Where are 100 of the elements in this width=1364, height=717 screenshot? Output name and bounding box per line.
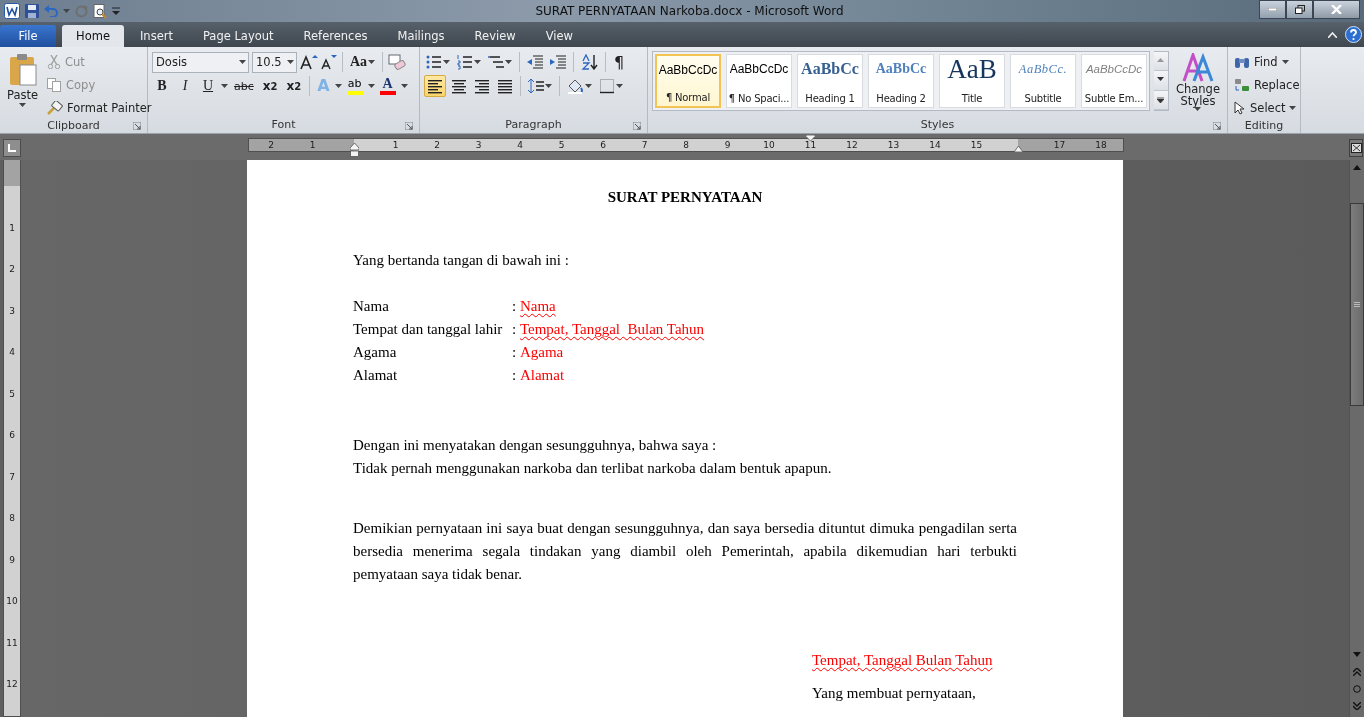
ruler-number: 2	[268, 139, 274, 151]
multilevel-list-icon	[488, 54, 504, 70]
ruler-number: 12	[846, 139, 858, 151]
scroll-up-icon	[1157, 58, 1165, 65]
caret-icon	[505, 60, 512, 64]
dialog-launcher-icon[interactable]	[633, 122, 641, 130]
caret-icon	[585, 84, 592, 88]
ruler-number: 18	[1095, 139, 1107, 151]
ruler-number: 10	[5, 596, 19, 606]
indent-marker-icon[interactable]	[349, 143, 359, 157]
ruler-number: 11	[5, 637, 19, 648]
field-separator: :	[512, 320, 518, 339]
replace-icon	[1234, 77, 1250, 92]
format-button[interactable]: U	[198, 75, 218, 97]
change-styles-button[interactable]: Change Styles	[1172, 51, 1223, 116]
dialog-launcher-icon[interactable]	[1213, 122, 1221, 130]
customize-toolbar-icon[interactable]	[112, 7, 120, 15]
caret-icon	[63, 9, 70, 13]
style-option[interactable]: AaBbCc Heading 1	[797, 54, 863, 108]
ribbon-tab[interactable]: Page Layout	[188, 25, 288, 47]
print-preview-icon[interactable]	[93, 3, 107, 19]
caret-icon	[474, 60, 481, 64]
ruler-number: 14	[929, 139, 941, 151]
style-option[interactable]: AaBbCcDc ¶ Normal	[655, 54, 721, 108]
ribbon-tab[interactable]: Home	[62, 25, 124, 47]
editing-action[interactable]: Select	[1232, 97, 1302, 118]
grow-font-icon[interactable]	[300, 54, 318, 70]
right-indent-icon[interactable]	[1013, 146, 1023, 152]
signer-text: Yang membuat pernyataan,	[812, 684, 977, 703]
restore-icon	[1294, 5, 1305, 14]
dialog-launcher-icon[interactable]	[405, 122, 413, 130]
style-option[interactable]: AaB Title	[939, 54, 1005, 108]
help-icon[interactable]	[1345, 26, 1362, 43]
ruler-number: 8	[683, 139, 689, 151]
format-button[interactable]: I	[175, 75, 195, 97]
tab-stop-icon	[8, 144, 16, 152]
caret-icon	[443, 60, 450, 64]
ribbon-tab[interactable]: Mailings	[383, 25, 459, 47]
change-case-button[interactable]: Aa	[348, 51, 378, 73]
group-label: Clipboard	[47, 119, 100, 132]
style-option[interactable]: AaBbCc Heading 2	[868, 54, 934, 108]
group-label: Font	[271, 118, 296, 131]
signature-place-date: Tempat, Tanggal Bulan Tahun	[812, 652, 993, 668]
close-button[interactable]	[1313, 0, 1360, 19]
field-value: Tempat, Tanggal Bulan Tahun	[519, 320, 705, 339]
style-option[interactable]: AaBbCcDc ¶ No Spaci...	[726, 54, 792, 108]
font-color-button[interactable]: A	[377, 75, 398, 97]
ruler-number: 8	[8, 513, 16, 523]
caret-icon	[1194, 107, 1202, 111]
ribbon-tab[interactable]: View	[531, 25, 587, 47]
caret-icon	[334, 84, 342, 88]
ribbon-tab[interactable]: Insert	[125, 25, 187, 47]
ruler-number: 3	[8, 305, 16, 316]
paste-button[interactable]: Paste	[4, 51, 42, 118]
ruler-number: 17	[1053, 139, 1066, 151]
more-styles-button[interactable]	[1154, 90, 1168, 110]
word-icon[interactable]	[4, 3, 20, 19]
highlight-button[interactable]: ab	[344, 75, 365, 97]
minimize-button[interactable]	[1259, 0, 1286, 19]
sort-icon	[581, 54, 598, 70]
up-arrow-icon	[1353, 165, 1361, 170]
format-button[interactable]: B	[152, 75, 172, 97]
field-value: Nama	[519, 297, 556, 316]
clear-formatting-icon[interactable]	[388, 53, 407, 71]
ribbon-tab[interactable]: Review	[460, 25, 530, 47]
scissors-icon	[47, 54, 62, 69]
editing-action[interactable]: Replace	[1232, 74, 1302, 95]
change-styles-icon	[1182, 53, 1214, 83]
ruler-toggle-icon	[1350, 143, 1362, 153]
bullets-icon	[426, 54, 442, 70]
clipboard-action[interactable]: Format Painter	[45, 97, 154, 118]
field-label: Tempat dan tanggal lahir	[353, 320, 504, 339]
show-formatting-button[interactable]: ¶	[611, 52, 628, 72]
font-name-field[interactable]: Dosis	[152, 51, 249, 73]
clipboard-icon	[7, 53, 38, 87]
dialog-launcher-icon[interactable]	[133, 122, 141, 130]
restore-button[interactable]	[1286, 0, 1313, 19]
borders-icon	[599, 78, 615, 94]
view-ruler-button[interactable]	[1349, 139, 1363, 157]
group-label: Editing	[1244, 119, 1284, 132]
align-left-button[interactable]	[424, 75, 446, 97]
field-separator: :	[512, 343, 518, 362]
tab-selector-button[interactable]	[3, 139, 21, 157]
style-option[interactable]: AaBbCc. Subtitle	[1010, 54, 1076, 108]
scroll-down-button[interactable]	[1154, 71, 1168, 91]
file-tab[interactable]: File	[0, 25, 56, 47]
shrink-font-icon[interactable]	[321, 54, 337, 70]
save-icon[interactable]	[25, 4, 39, 18]
font-size-field[interactable]: 10.5	[252, 51, 297, 73]
collapse-ribbon-icon[interactable]	[1328, 31, 1337, 38]
ruler-number: 2	[434, 139, 440, 151]
format-button[interactable]: abc	[231, 75, 257, 97]
ruler-number: 1	[8, 222, 16, 233]
editing-action[interactable]: Find	[1232, 51, 1302, 72]
field-separator: :	[512, 297, 518, 316]
ruler-number: 6	[8, 430, 16, 440]
scrollbar-thumb[interactable]	[1350, 203, 1364, 406]
style-option[interactable]: AaBbCcDc Subtle Em...	[1081, 54, 1147, 108]
ruler-number: 4	[517, 139, 523, 151]
ribbon-tab[interactable]: References	[289, 25, 382, 47]
